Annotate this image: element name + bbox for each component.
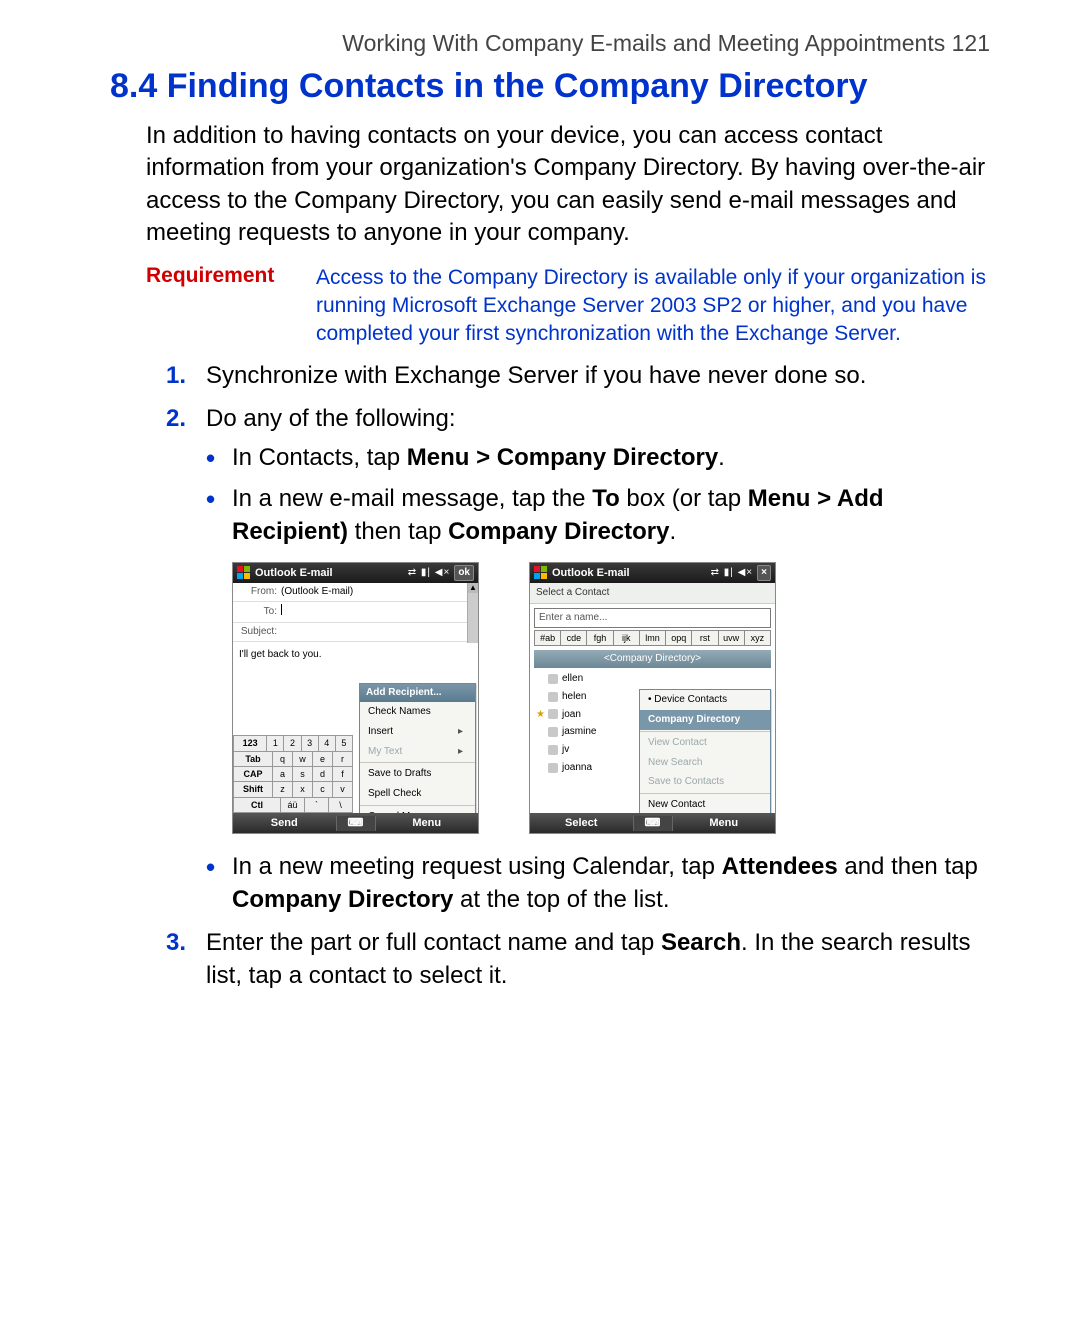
windows-logo-icon bbox=[237, 566, 251, 580]
requirement-block: Requirement Access to the Company Direct… bbox=[146, 264, 990, 349]
keyboard-toggle-icon[interactable] bbox=[336, 816, 376, 831]
step-1: Synchronize with Exchange Server if you … bbox=[146, 359, 990, 392]
step-2: Do any of the following: In Contacts, ta… bbox=[146, 402, 990, 917]
to-row[interactable]: To: bbox=[233, 602, 478, 623]
from-label: From: bbox=[235, 585, 281, 599]
menu-item-add-recipient[interactable]: Add Recipient... bbox=[360, 684, 475, 702]
menu-separator bbox=[360, 762, 475, 763]
requirement-text: Access to the Company Directory is avail… bbox=[316, 264, 990, 349]
alpha-tab[interactable]: opq bbox=[665, 630, 691, 646]
menu-item-view-contact[interactable]: View Contact bbox=[640, 733, 770, 753]
menu-separator bbox=[640, 793, 770, 794]
step-2a: In Contacts, tap Menu > Company Director… bbox=[206, 441, 990, 474]
menu-item-spell-check[interactable]: Spell Check bbox=[360, 784, 475, 804]
screenshot-row: Outlook E-mail ⇄ ▮| ◀× ok ▲ From: bbox=[232, 562, 990, 834]
contact-icon bbox=[548, 727, 558, 737]
menu-item-insert[interactable]: Insert bbox=[360, 722, 475, 742]
select-contact-header: Select a Contact bbox=[530, 583, 775, 604]
section-title: 8.4 Finding Contacts in the Company Dire… bbox=[110, 67, 990, 106]
contact-icon bbox=[548, 692, 558, 702]
close-button[interactable]: × bbox=[757, 565, 771, 581]
keyboard-toggle-icon[interactable] bbox=[633, 816, 673, 831]
status-icons: ⇄ ▮| ◀× bbox=[711, 566, 754, 580]
alpha-tab[interactable]: uvw bbox=[718, 630, 744, 646]
contact-icon bbox=[548, 674, 558, 684]
alpha-tab[interactable]: cde bbox=[560, 630, 586, 646]
menu-item-my-text[interactable]: My Text bbox=[360, 742, 475, 762]
menu-item-new-search[interactable]: New Search bbox=[640, 753, 770, 773]
directory-menu-popup: • Device Contacts Company Directory View… bbox=[639, 689, 771, 813]
alpha-tabs: #ab cde fgh ijk lmn opq rst uvw xyz bbox=[534, 630, 771, 646]
alpha-tab[interactable]: rst bbox=[691, 630, 717, 646]
scroll-up-icon[interactable]: ▲ bbox=[468, 583, 478, 593]
step-3: Enter the part or full contact name and … bbox=[146, 926, 990, 992]
menu-item-save-to-contacts[interactable]: Save to Contacts bbox=[640, 772, 770, 792]
company-directory-bar[interactable]: <Company Directory> bbox=[534, 650, 771, 668]
alpha-tab[interactable]: xyz bbox=[744, 630, 771, 646]
menu-item-check-names[interactable]: Check Names bbox=[360, 702, 475, 722]
compose-menu-popup: Add Recipient... Check Names Insert My T… bbox=[359, 683, 476, 813]
contact-icon bbox=[548, 745, 558, 755]
menu-item-save-drafts[interactable]: Save to Drafts bbox=[360, 764, 475, 784]
windows-logo-icon bbox=[534, 566, 548, 580]
from-value: (Outlook E-mail) bbox=[281, 585, 476, 599]
screenshot-compose-email: Outlook E-mail ⇄ ▮| ◀× ok ▲ From: bbox=[232, 562, 479, 834]
phone1-body: ▲ From: (Outlook E-mail) To: bbox=[233, 583, 478, 813]
ok-button[interactable]: ok bbox=[454, 565, 474, 581]
menu-item-cancel-message[interactable]: Cancel Message bbox=[360, 807, 475, 813]
scrollbar[interactable]: ▲ bbox=[467, 583, 478, 643]
menu-item-device-contacts[interactable]: • Device Contacts bbox=[640, 690, 770, 710]
alpha-tab[interactable]: #ab bbox=[534, 630, 560, 646]
phone2-title: Outlook E-mail bbox=[552, 566, 707, 581]
name-search-input[interactable]: Enter a name... bbox=[534, 608, 771, 628]
intro-paragraph: In addition to having contacts on your d… bbox=[146, 120, 990, 250]
alpha-tab[interactable]: fgh bbox=[586, 630, 612, 646]
manual-page: Working With Company E-mails and Meeting… bbox=[0, 0, 1080, 1043]
status-icons: ⇄ ▮| ◀× bbox=[408, 566, 451, 580]
step-2-sublist: In Contacts, tap Menu > Company Director… bbox=[206, 441, 990, 917]
contact-icon bbox=[548, 763, 558, 773]
softkey-menu[interactable]: Menu bbox=[376, 816, 479, 831]
phone2-body: Select a Contact Enter a name... #ab cde… bbox=[530, 583, 775, 813]
phone1-title: Outlook E-mail bbox=[255, 566, 404, 581]
running-header: Working With Company E-mails and Meeting… bbox=[110, 30, 990, 57]
phone2-titlebar: Outlook E-mail ⇄ ▮| ◀× × bbox=[530, 563, 775, 583]
to-label: To: bbox=[235, 605, 281, 619]
phone2-softkey-bar: Select Menu bbox=[530, 813, 775, 833]
alpha-tab[interactable]: lmn bbox=[639, 630, 665, 646]
contact-item[interactable]: ellen bbox=[530, 670, 775, 688]
step-2b: In a new e-mail message, tap the To box … bbox=[206, 482, 990, 834]
menu-separator bbox=[640, 731, 770, 732]
phone1-softkey-bar: Send Menu bbox=[233, 813, 478, 833]
soft-keyboard[interactable]: 12312345 Tabqwer CAPasdf Shiftzxcv Ctláü… bbox=[233, 735, 353, 813]
screenshot-select-contact: Outlook E-mail ⇄ ▮| ◀× × Select a Contac… bbox=[529, 562, 776, 834]
steps-list: Synchronize with Exchange Server if you … bbox=[146, 359, 990, 993]
star-icon: ★ bbox=[536, 708, 544, 722]
subject-row[interactable]: Subject: bbox=[233, 623, 478, 642]
step-2-text: Do any of the following: bbox=[206, 405, 455, 432]
softkey-menu[interactable]: Menu bbox=[673, 816, 776, 831]
requirement-label: Requirement bbox=[146, 264, 316, 349]
menu-item-company-directory[interactable]: Company Directory bbox=[640, 710, 770, 730]
step-2c: In a new meeting request using Calendar,… bbox=[206, 850, 990, 916]
softkey-send[interactable]: Send bbox=[233, 816, 336, 831]
subject-label: Subject: bbox=[235, 625, 281, 639]
email-body-text[interactable]: I'll get back to you. bbox=[233, 642, 478, 668]
alpha-tab[interactable]: ijk bbox=[613, 630, 639, 646]
menu-separator bbox=[360, 805, 475, 806]
contact-icon bbox=[548, 709, 558, 719]
to-input[interactable] bbox=[281, 604, 476, 620]
from-row: From: (Outlook E-mail) bbox=[233, 583, 478, 602]
phone1-titlebar: Outlook E-mail ⇄ ▮| ◀× ok bbox=[233, 563, 478, 583]
softkey-select[interactable]: Select bbox=[530, 816, 633, 831]
menu-item-new-contact[interactable]: New Contact bbox=[640, 795, 770, 813]
